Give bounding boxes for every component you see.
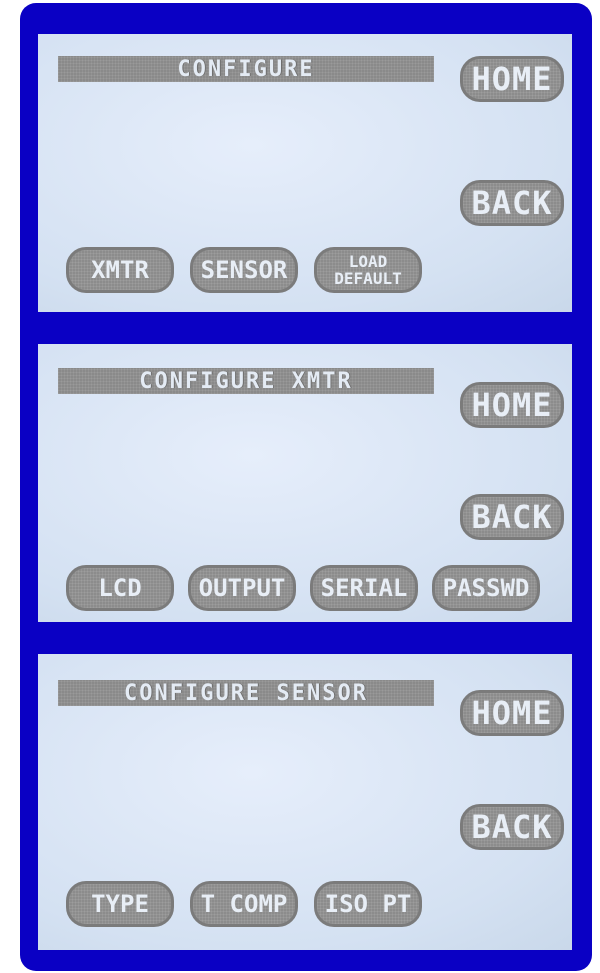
load-default-button[interactable]: LOAD DEFAULT (314, 247, 422, 293)
back-button[interactable]: BACK (460, 180, 564, 226)
t-comp-button[interactable]: T COMP (190, 881, 298, 927)
load-default-line2: DEFAULT (334, 269, 402, 288)
page-title: CONFIGURE (58, 56, 434, 82)
home-button[interactable]: HOME (460, 690, 564, 736)
bottom-button-row: TYPE T COMP ISO PT (66, 880, 568, 928)
iso-pt-button[interactable]: ISO PT (314, 881, 422, 927)
bottom-button-row: XMTR SENSOR LOAD DEFAULT (66, 246, 568, 294)
home-button[interactable]: HOME (460, 56, 564, 102)
type-button[interactable]: TYPE (66, 881, 174, 927)
back-button[interactable]: BACK (460, 804, 564, 850)
serial-button[interactable]: SERIAL (310, 565, 418, 611)
page-title: CONFIGURE SENSOR (58, 680, 434, 706)
output-button[interactable]: OUTPUT (188, 565, 296, 611)
passwd-button[interactable]: PASSWD (432, 565, 540, 611)
configure-sensor-screen: CONFIGURE SENSOR HOME BACK TYPE T COMP I… (38, 654, 572, 950)
back-button[interactable]: BACK (460, 494, 564, 540)
xmtr-button[interactable]: XMTR (66, 247, 174, 293)
lcd-button[interactable]: LCD (66, 565, 174, 611)
configure-xmtr-screen: CONFIGURE XMTR HOME BACK LCD OUTPUT SERI… (38, 344, 572, 622)
home-button[interactable]: HOME (460, 382, 564, 428)
sensor-button[interactable]: SENSOR (190, 247, 298, 293)
page-title: CONFIGURE XMTR (58, 368, 434, 394)
load-default-line1: LOAD (348, 252, 388, 271)
configure-screen: CONFIGURE HOME BACK XMTR SENSOR LOAD DEF… (38, 34, 572, 312)
bottom-button-row: LCD OUTPUT SERIAL PASSWD (66, 564, 568, 612)
